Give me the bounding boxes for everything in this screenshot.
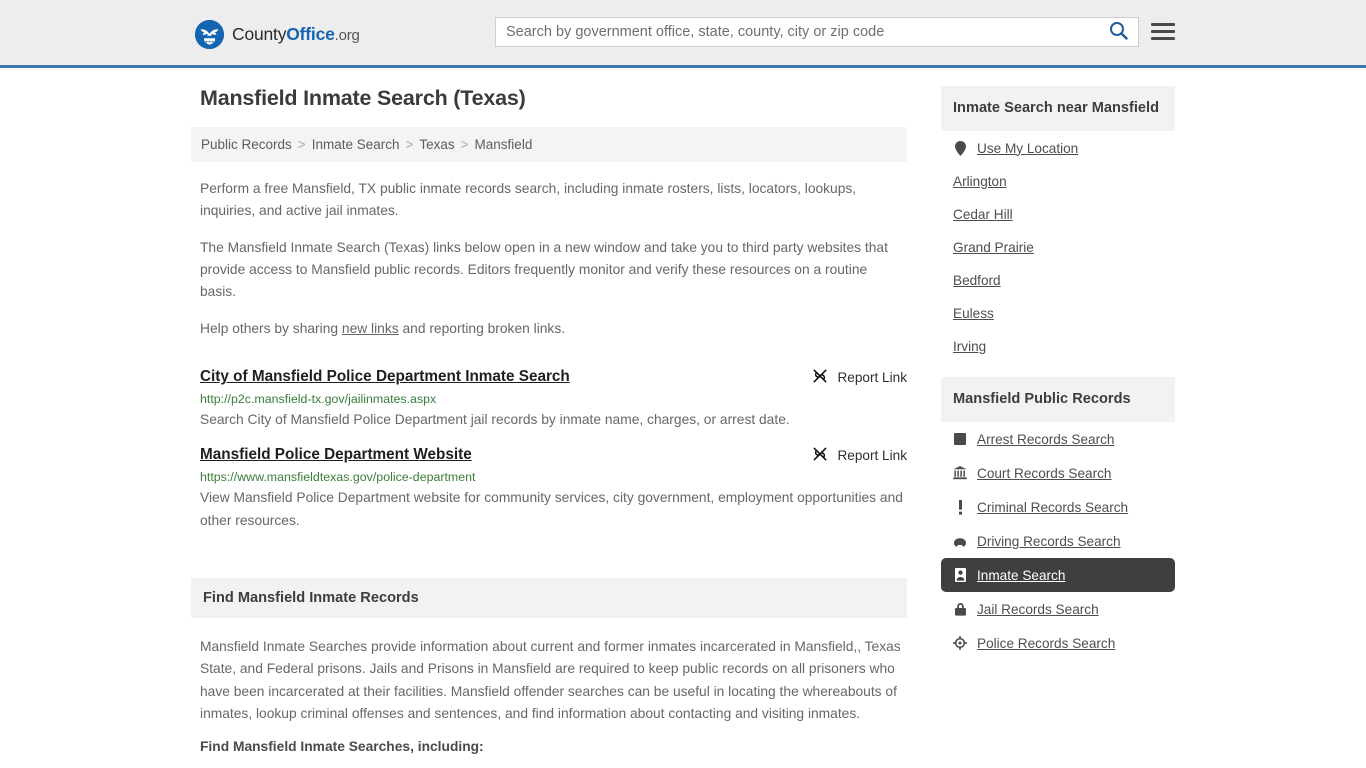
broken-link-icon	[812, 368, 828, 387]
public-record-link[interactable]: Court Records Search	[977, 466, 1111, 481]
search-bar[interactable]	[495, 17, 1139, 47]
new-links-link[interactable]: new links	[342, 321, 399, 336]
brand-part-org: .org	[334, 27, 360, 44]
list-item: Mansfield inmate lookups and locators	[226, 762, 907, 768]
result-item: City of Mansfield Police Department Inma…	[200, 354, 907, 432]
use-my-location-link[interactable]: Use My Location	[977, 141, 1078, 156]
share-line: Help others by sharing new links and rep…	[200, 318, 907, 340]
courthouse-icon	[953, 465, 967, 481]
main-content: Mansfield Inmate Search (Texas) Public R…	[191, 86, 907, 768]
public-record-link[interactable]: Police Records Search	[977, 636, 1115, 651]
sidebar-item-inmate-search[interactable]: Inmate Search	[941, 558, 1175, 593]
brand-part-county: County	[232, 24, 287, 44]
report-link-button[interactable]: Report Link	[812, 366, 907, 387]
public-record-link[interactable]: Inmate Search	[977, 568, 1065, 583]
sidebar-nearby-heading: Inmate Search near Mansfield	[941, 86, 1175, 132]
breadcrumb-item-inmate-search[interactable]: Inmate Search	[312, 137, 400, 152]
sidebar-public-records-list: Arrest Records Search Court Records Sear…	[941, 422, 1175, 660]
breadcrumb-separator: >	[460, 137, 469, 152]
share-line-before: Help others by sharing	[200, 320, 342, 336]
hamburger-bar-2	[1151, 29, 1175, 33]
sidebar-item-use-my-location[interactable]: Use My Location	[941, 131, 1175, 165]
breadcrumb-separator: >	[405, 137, 414, 152]
search-button[interactable]	[1098, 18, 1138, 46]
report-link-label: Report Link	[837, 370, 907, 386]
eagle-shield-logo-icon	[195, 20, 224, 49]
id-badge-icon	[953, 567, 967, 583]
share-line-after: and reporting broken links.	[398, 320, 566, 336]
lock-icon	[953, 601, 967, 617]
nearby-city-link[interactable]: Bedford	[953, 273, 1001, 288]
sidebar-item-driving-records-search[interactable]: Driving Records Search	[941, 524, 1175, 558]
sidebar: Inmate Search near Mansfield Use My Loca…	[941, 86, 1175, 660]
site-logo-text: CountyOffice.org	[232, 24, 360, 45]
public-record-link[interactable]: Criminal Records Search	[977, 500, 1128, 515]
nearby-city-link[interactable]: Cedar Hill	[953, 207, 1013, 222]
location-pin-icon	[953, 140, 967, 156]
sidebar-item-court-records-search[interactable]: Court Records Search	[941, 456, 1175, 490]
find-records-subheading: Find Mansfield Inmate Searches, includin…	[200, 739, 484, 755]
brand-part-office: Office	[286, 24, 335, 44]
site-logo[interactable]: CountyOffice.org	[195, 20, 360, 49]
result-item: Mansfield Police Department Website Repo…	[200, 432, 907, 532]
car-icon	[953, 533, 967, 549]
public-record-link[interactable]: Jail Records Search	[977, 602, 1099, 617]
public-record-link[interactable]: Driving Records Search	[977, 534, 1121, 549]
nearby-city-link[interactable]: Grand Prairie	[953, 240, 1034, 255]
nearby-city-link[interactable]: Irving	[953, 339, 986, 354]
sidebar-nearby-list: Use My Location Arlington Cedar Hill Gra…	[941, 131, 1175, 363]
result-title-link[interactable]: Mansfield Police Department Website	[200, 444, 472, 465]
hamburger-bar-1	[1151, 22, 1175, 26]
sidebar-public-records-heading: Mansfield Public Records	[941, 377, 1175, 423]
hamburger-bar-3	[1151, 36, 1175, 40]
intro-paragraph-1: Perform a free Mansfield, TX public inma…	[200, 181, 857, 219]
sidebar-item-police-records-search[interactable]: Police Records Search	[941, 626, 1175, 660]
find-records-body: Mansfield Inmate Searches provide inform…	[200, 638, 901, 721]
result-title-link[interactable]: City of Mansfield Police Department Inma…	[200, 366, 570, 387]
broken-link-icon	[812, 446, 828, 465]
crosshair-badge-icon	[953, 635, 967, 651]
search-input[interactable]	[496, 18, 1098, 46]
sidebar-item-cedar-hill[interactable]: Cedar Hill	[941, 198, 1175, 231]
breadcrumb-item-mansfield[interactable]: Mansfield	[475, 137, 533, 152]
breadcrumb: Public Records > Inmate Search > Texas > Mansf…	[191, 127, 907, 162]
report-link-label: Report Link	[837, 447, 907, 463]
hamburger-menu-icon[interactable]	[1151, 19, 1175, 43]
sidebar-item-grand-prairie[interactable]: Grand Prairie	[941, 231, 1175, 264]
page-body: Mansfield Inmate Search (Texas) Public R…	[0, 68, 1366, 768]
sidebar-item-jail-records-search[interactable]: Jail Records Search	[941, 592, 1175, 626]
breadcrumb-separator: >	[297, 137, 306, 152]
sidebar-item-euless[interactable]: Euless	[941, 297, 1175, 330]
result-description: Search City of Mansfield Police Departme…	[200, 412, 790, 428]
breadcrumb-item-texas[interactable]: Texas	[419, 137, 454, 152]
fingerprint-square-icon	[953, 431, 967, 447]
exclamation-icon	[953, 499, 967, 515]
sidebar-item-irving[interactable]: Irving	[941, 330, 1175, 363]
result-description: View Mansfield Police Department website…	[200, 490, 903, 528]
find-records-heading: Find Mansfield Inmate Records	[191, 577, 907, 618]
search-icon	[1109, 21, 1128, 43]
nearby-city-link[interactable]: Arlington	[953, 174, 1007, 189]
sidebar-item-arrest-records-search[interactable]: Arrest Records Search	[941, 422, 1175, 456]
intro-paragraph-2: The Mansfield Inmate Search (Texas) link…	[200, 239, 888, 300]
public-record-link[interactable]: Arrest Records Search	[977, 432, 1115, 447]
sidebar-item-arlington[interactable]: Arlington	[941, 165, 1175, 198]
result-url[interactable]: http://p2c.mansfield-tx.gov/jailinmates.…	[200, 392, 907, 406]
site-header: CountyOffice.org	[0, 0, 1366, 68]
sidebar-item-criminal-records-search[interactable]: Criminal Records Search	[941, 490, 1175, 524]
breadcrumb-item-public-records[interactable]: Public Records	[201, 137, 292, 152]
report-link-button[interactable]: Report Link	[812, 444, 907, 465]
result-url[interactable]: https://www.mansfieldtexas.gov/police-de…	[200, 470, 907, 484]
find-records-list: Mansfield inmate lookups and locators Te…	[200, 762, 907, 768]
nearby-city-link[interactable]: Euless	[953, 306, 994, 321]
sidebar-item-bedford[interactable]: Bedford	[941, 264, 1175, 297]
page-title: Mansfield Inmate Search (Texas)	[200, 86, 526, 110]
